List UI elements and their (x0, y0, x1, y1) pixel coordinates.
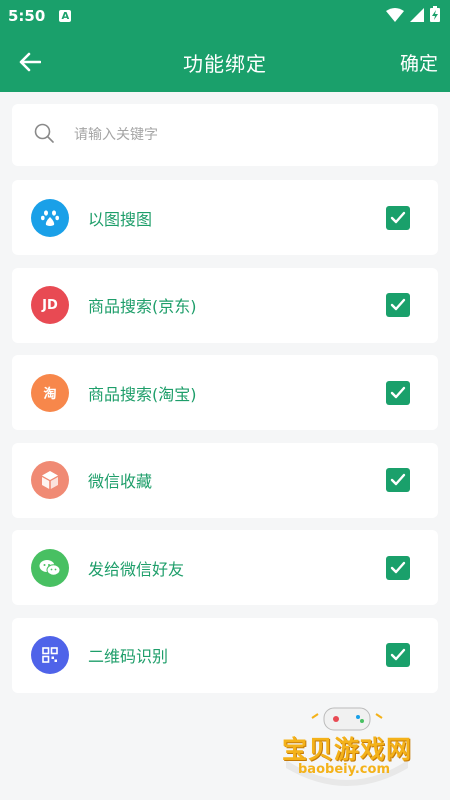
battery-charging-icon (430, 6, 440, 26)
item-checkbox[interactable] (386, 643, 410, 667)
baidu-paw-icon (31, 198, 69, 237)
item-checkbox[interactable] (386, 205, 410, 230)
watermark-logo: 宝贝游戏网 baobeiy.com (272, 704, 422, 794)
list-item[interactable]: 发给微信好友 (12, 530, 438, 605)
item-checkbox[interactable] (386, 468, 410, 492)
taobao-icon: 淘 (31, 373, 69, 412)
feature-list: 以图搜图 JD 商品搜索(京东) 淘 商品搜索(淘宝) 微信收藏 发给微信好友 … (12, 180, 438, 705)
item-checkbox[interactable] (386, 293, 410, 317)
status-icons (386, 6, 440, 26)
checkmark-icon (390, 386, 406, 398)
qr-code-icon (31, 636, 69, 674)
checkmark-icon (390, 648, 406, 661)
wechat-icon (31, 548, 69, 587)
search-bar[interactable] (12, 104, 438, 166)
item-label: 微信收藏 (88, 472, 153, 491)
list-item[interactable]: 淘 商品搜索(淘宝) (12, 355, 438, 430)
list-item[interactable]: 以图搜图 (12, 180, 438, 255)
jd-icon: JD (31, 286, 69, 324)
watermark-text: 宝贝游戏网 (281, 735, 412, 764)
item-checkbox[interactable] (386, 380, 410, 405)
watermark-url: baobeiy.com (298, 762, 390, 777)
checkmark-icon (390, 298, 406, 311)
confirm-button[interactable]: 确定 (400, 49, 438, 76)
search-icon (34, 123, 54, 147)
status-time: 5:50 (8, 7, 46, 25)
wifi-icon (386, 7, 404, 26)
page-title: 功能绑定 (183, 51, 267, 76)
cube-icon (31, 461, 69, 499)
checkmark-icon (390, 211, 406, 223)
list-item[interactable]: 二维码识别 (12, 617, 438, 693)
item-checkbox[interactable] (386, 555, 410, 580)
item-label: 发给微信好友 (88, 559, 185, 579)
search-input[interactable] (74, 127, 394, 143)
item-label: 商品搜索(淘宝) (88, 384, 197, 404)
signal-icon (410, 7, 424, 26)
app-bar: 功能绑定 确定 (0, 32, 450, 92)
checkmark-icon (390, 473, 406, 486)
status-bar: 5:50 A (0, 0, 450, 32)
item-label: 商品搜索(京东) (88, 297, 197, 316)
list-item[interactable]: 微信收藏 (12, 442, 438, 518)
item-label: 以图搜图 (88, 209, 153, 229)
list-item[interactable]: JD 商品搜索(京东) (12, 267, 438, 343)
item-label: 二维码识别 (88, 647, 169, 666)
notification-icon: A (59, 10, 72, 22)
checkmark-icon (390, 561, 406, 573)
